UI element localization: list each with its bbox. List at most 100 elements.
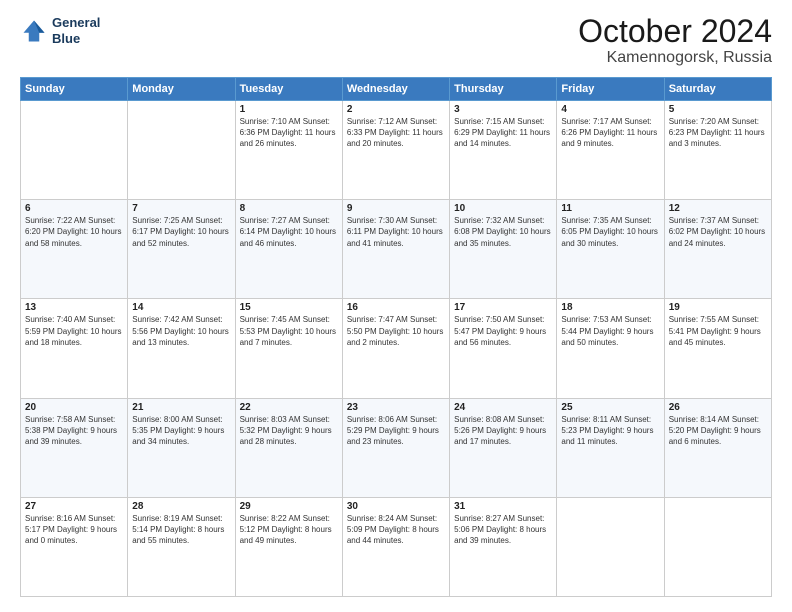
day-number: 28 (132, 501, 230, 512)
day-detail: Sunrise: 7:55 AM Sunset: 5:41 PM Dayligh… (669, 314, 767, 348)
logo-line1: General (52, 15, 100, 31)
calendar-cell: 14Sunrise: 7:42 AM Sunset: 5:56 PM Dayli… (128, 299, 235, 398)
day-detail: Sunrise: 7:25 AM Sunset: 6:17 PM Dayligh… (132, 215, 230, 249)
calendar-cell: 20Sunrise: 7:58 AM Sunset: 5:38 PM Dayli… (21, 398, 128, 497)
day-number: 6 (25, 203, 123, 214)
day-number: 23 (347, 402, 445, 413)
col-saturday: Saturday (664, 78, 771, 101)
day-detail: Sunrise: 7:37 AM Sunset: 6:02 PM Dayligh… (669, 215, 767, 249)
col-wednesday: Wednesday (342, 78, 449, 101)
day-detail: Sunrise: 7:20 AM Sunset: 6:23 PM Dayligh… (669, 116, 767, 150)
col-tuesday: Tuesday (235, 78, 342, 101)
calendar-cell: 16Sunrise: 7:47 AM Sunset: 5:50 PM Dayli… (342, 299, 449, 398)
day-number: 3 (454, 104, 552, 115)
calendar-cell: 25Sunrise: 8:11 AM Sunset: 5:23 PM Dayli… (557, 398, 664, 497)
calendar-cell: 8Sunrise: 7:27 AM Sunset: 6:14 PM Daylig… (235, 200, 342, 299)
day-detail: Sunrise: 7:42 AM Sunset: 5:56 PM Dayligh… (132, 314, 230, 348)
calendar-cell: 18Sunrise: 7:53 AM Sunset: 5:44 PM Dayli… (557, 299, 664, 398)
day-number: 5 (669, 104, 767, 115)
calendar-table: Sunday Monday Tuesday Wednesday Thursday… (20, 77, 772, 597)
day-number: 16 (347, 302, 445, 313)
calendar-cell: 28Sunrise: 8:19 AM Sunset: 5:14 PM Dayli… (128, 497, 235, 596)
day-detail: Sunrise: 7:45 AM Sunset: 5:53 PM Dayligh… (240, 314, 338, 348)
logo-line2: Blue (52, 31, 100, 47)
day-number: 15 (240, 302, 338, 313)
calendar-cell (128, 101, 235, 200)
day-number: 1 (240, 104, 338, 115)
day-detail: Sunrise: 8:27 AM Sunset: 5:06 PM Dayligh… (454, 513, 552, 547)
calendar-cell: 13Sunrise: 7:40 AM Sunset: 5:59 PM Dayli… (21, 299, 128, 398)
day-number: 25 (561, 402, 659, 413)
day-detail: Sunrise: 7:27 AM Sunset: 6:14 PM Dayligh… (240, 215, 338, 249)
calendar-cell (21, 101, 128, 200)
month-title: October 2024 (578, 15, 772, 47)
day-number: 22 (240, 402, 338, 413)
day-detail: Sunrise: 7:22 AM Sunset: 6:20 PM Dayligh… (25, 215, 123, 249)
calendar-cell: 24Sunrise: 8:08 AM Sunset: 5:26 PM Dayli… (450, 398, 557, 497)
day-number: 20 (25, 402, 123, 413)
day-detail: Sunrise: 8:16 AM Sunset: 5:17 PM Dayligh… (25, 513, 123, 547)
day-detail: Sunrise: 8:24 AM Sunset: 5:09 PM Dayligh… (347, 513, 445, 547)
calendar-cell (557, 497, 664, 596)
day-number: 13 (25, 302, 123, 313)
day-number: 12 (669, 203, 767, 214)
day-detail: Sunrise: 8:14 AM Sunset: 5:20 PM Dayligh… (669, 414, 767, 448)
day-number: 4 (561, 104, 659, 115)
logo-text: General Blue (52, 15, 100, 46)
col-monday: Monday (128, 78, 235, 101)
day-number: 9 (347, 203, 445, 214)
calendar-cell: 9Sunrise: 7:30 AM Sunset: 6:11 PM Daylig… (342, 200, 449, 299)
day-detail: Sunrise: 8:19 AM Sunset: 5:14 PM Dayligh… (132, 513, 230, 547)
day-number: 7 (132, 203, 230, 214)
calendar-cell: 15Sunrise: 7:45 AM Sunset: 5:53 PM Dayli… (235, 299, 342, 398)
calendar-cell: 17Sunrise: 7:50 AM Sunset: 5:47 PM Dayli… (450, 299, 557, 398)
day-number: 24 (454, 402, 552, 413)
day-number: 31 (454, 501, 552, 512)
col-friday: Friday (557, 78, 664, 101)
day-number: 2 (347, 104, 445, 115)
title-block: October 2024 Kamennogorsk, Russia (578, 15, 772, 67)
logo: General Blue (20, 15, 100, 46)
calendar-week-1: 6Sunrise: 7:22 AM Sunset: 6:20 PM Daylig… (21, 200, 772, 299)
logo-icon (20, 17, 48, 45)
calendar-week-3: 20Sunrise: 7:58 AM Sunset: 5:38 PM Dayli… (21, 398, 772, 497)
day-number: 26 (669, 402, 767, 413)
day-detail: Sunrise: 7:40 AM Sunset: 5:59 PM Dayligh… (25, 314, 123, 348)
day-number: 29 (240, 501, 338, 512)
calendar-cell: 22Sunrise: 8:03 AM Sunset: 5:32 PM Dayli… (235, 398, 342, 497)
day-detail: Sunrise: 7:12 AM Sunset: 6:33 PM Dayligh… (347, 116, 445, 150)
calendar-cell: 27Sunrise: 8:16 AM Sunset: 5:17 PM Dayli… (21, 497, 128, 596)
day-detail: Sunrise: 7:58 AM Sunset: 5:38 PM Dayligh… (25, 414, 123, 448)
calendar-cell: 7Sunrise: 7:25 AM Sunset: 6:17 PM Daylig… (128, 200, 235, 299)
day-detail: Sunrise: 7:30 AM Sunset: 6:11 PM Dayligh… (347, 215, 445, 249)
day-number: 11 (561, 203, 659, 214)
day-detail: Sunrise: 8:03 AM Sunset: 5:32 PM Dayligh… (240, 414, 338, 448)
day-detail: Sunrise: 8:08 AM Sunset: 5:26 PM Dayligh… (454, 414, 552, 448)
calendar-cell: 23Sunrise: 8:06 AM Sunset: 5:29 PM Dayli… (342, 398, 449, 497)
calendar-cell: 3Sunrise: 7:15 AM Sunset: 6:29 PM Daylig… (450, 101, 557, 200)
calendar-cell: 6Sunrise: 7:22 AM Sunset: 6:20 PM Daylig… (21, 200, 128, 299)
day-number: 19 (669, 302, 767, 313)
day-number: 27 (25, 501, 123, 512)
calendar-cell: 1Sunrise: 7:10 AM Sunset: 6:36 PM Daylig… (235, 101, 342, 200)
calendar-cell: 5Sunrise: 7:20 AM Sunset: 6:23 PM Daylig… (664, 101, 771, 200)
day-number: 30 (347, 501, 445, 512)
day-detail: Sunrise: 7:17 AM Sunset: 6:26 PM Dayligh… (561, 116, 659, 150)
calendar-cell: 10Sunrise: 7:32 AM Sunset: 6:08 PM Dayli… (450, 200, 557, 299)
calendar-header-row: Sunday Monday Tuesday Wednesday Thursday… (21, 78, 772, 101)
calendar-cell: 2Sunrise: 7:12 AM Sunset: 6:33 PM Daylig… (342, 101, 449, 200)
calendar-cell (664, 497, 771, 596)
calendar-cell: 11Sunrise: 7:35 AM Sunset: 6:05 PM Dayli… (557, 200, 664, 299)
day-detail: Sunrise: 7:47 AM Sunset: 5:50 PM Dayligh… (347, 314, 445, 348)
day-detail: Sunrise: 8:06 AM Sunset: 5:29 PM Dayligh… (347, 414, 445, 448)
day-number: 14 (132, 302, 230, 313)
day-detail: Sunrise: 8:22 AM Sunset: 5:12 PM Dayligh… (240, 513, 338, 547)
calendar-cell: 30Sunrise: 8:24 AM Sunset: 5:09 PM Dayli… (342, 497, 449, 596)
day-detail: Sunrise: 7:35 AM Sunset: 6:05 PM Dayligh… (561, 215, 659, 249)
day-number: 8 (240, 203, 338, 214)
calendar-week-0: 1Sunrise: 7:10 AM Sunset: 6:36 PM Daylig… (21, 101, 772, 200)
calendar-cell: 19Sunrise: 7:55 AM Sunset: 5:41 PM Dayli… (664, 299, 771, 398)
calendar-cell: 4Sunrise: 7:17 AM Sunset: 6:26 PM Daylig… (557, 101, 664, 200)
calendar-cell: 29Sunrise: 8:22 AM Sunset: 5:12 PM Dayli… (235, 497, 342, 596)
header: General Blue October 2024 Kamennogorsk, … (20, 15, 772, 67)
